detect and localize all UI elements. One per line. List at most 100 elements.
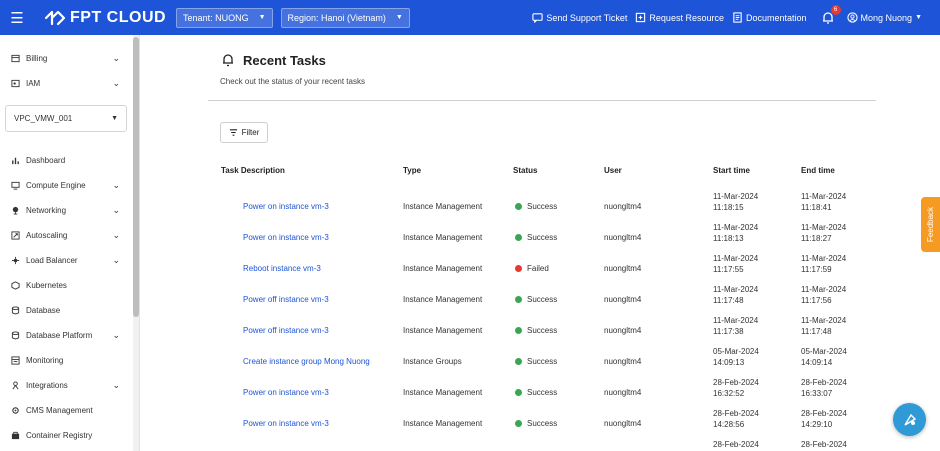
fpt-logo-icon (44, 10, 66, 25)
task-user: nuongltm4 (604, 295, 642, 304)
sidebar-item-label: Database (26, 305, 61, 315)
vpc-selected-value: VPC_VMW_001 (14, 114, 73, 123)
task-start-time: 11-Mar-2024 11:18:13 (713, 222, 758, 244)
monitor-icon (10, 180, 20, 190)
status-badge: Success (515, 419, 557, 428)
status-text: Success (527, 326, 558, 335)
status-dot-icon (515, 234, 522, 241)
sidebar-item-label: Load Balancer (26, 255, 78, 265)
feedback-tab[interactable]: Feedback (921, 197, 940, 252)
sidebar-item-database-platform[interactable]: Database Platform ⌄ (0, 325, 132, 345)
menu-icon[interactable]: ☰ (0, 0, 34, 35)
scrollbar-thumb[interactable] (133, 37, 139, 317)
divider (208, 100, 876, 101)
sidebar-item-autoscaling[interactable]: Autoscaling ⌄ (0, 225, 132, 245)
notifications-button[interactable]: 6 (821, 4, 841, 25)
sidebar-item-load-balancer[interactable]: Load Balancer ⌄ (0, 250, 132, 270)
sidebar-item-monitoring[interactable]: Monitoring (0, 350, 132, 370)
database-icon (10, 305, 20, 315)
task-user: nuongltm4 (604, 357, 642, 366)
sidebar-item-kubernetes[interactable]: Kubernetes (0, 275, 132, 295)
sidebar-item-iam[interactable]: IAM ⌄ (0, 73, 132, 93)
task-description-link[interactable]: Power off instance vm-3 (243, 295, 329, 304)
tenant-select[interactable]: Tenant: NUONG ▼ (176, 7, 273, 28)
task-type: Instance Management (403, 326, 483, 335)
chevron-down-icon: ▼ (111, 115, 118, 122)
region-select[interactable]: Region: Hanoi (Vietnam) ▼ (280, 7, 410, 28)
start-date: 11-Mar-2024 (713, 223, 759, 232)
task-start-time: 28-Feb-2024 14:28:56 (713, 408, 759, 430)
send-support-label: Send Support Ticket (546, 12, 628, 23)
sidebar-item-label: Compute Engine (26, 180, 86, 190)
logo[interactable]: FPT CLOUD (44, 9, 166, 27)
documentation-label: Documentation (745, 12, 807, 23)
region-label: Region: Hanoi (Vietnam) (287, 12, 386, 23)
sidebar-item-integrations[interactable]: Integrations ⌄ (0, 375, 132, 395)
autoscaling-icon (10, 230, 20, 240)
integrations-icon (10, 380, 20, 390)
end-clock-time: 14:09:14 (801, 358, 833, 367)
task-start-time: 11-Mar-2024 11:17:48 (713, 284, 758, 306)
task-description-link[interactable]: Power on instance vm-3 (243, 202, 329, 211)
task-description-link[interactable]: Create instance group Mong Nuong (243, 357, 370, 366)
user-name: Mong Nuong (860, 12, 913, 23)
status-badge: Success (515, 357, 557, 366)
sidebar-item-billing[interactable]: Billing ⌄ (0, 48, 132, 68)
main-content: Recent Tasks Check out the status of you… (140, 35, 940, 451)
sidebar-item-database[interactable]: Database (0, 300, 132, 320)
task-user: nuongltm4 (604, 326, 642, 335)
end-date: 28-Feb-2024 (801, 440, 847, 449)
start-date: 05-Mar-2024 (713, 347, 759, 356)
status-badge: Success (515, 295, 557, 304)
start-date: 11-Mar-2024 (713, 192, 759, 201)
status-dot-icon (515, 203, 522, 210)
page-subtitle: Check out the status of your recent task… (220, 77, 365, 86)
bell-icon (223, 54, 233, 67)
start-date: 28-Feb-2024 (713, 440, 759, 449)
documentation-link[interactable]: Documentation (732, 12, 807, 23)
sidebar-scrollbar[interactable] (133, 35, 139, 451)
assistant-chat-button[interactable] (893, 403, 926, 436)
end-clock-time: 11:18:27 (801, 234, 832, 243)
task-type: Instance Management (403, 202, 483, 211)
request-resource-link[interactable]: Request Resource (635, 12, 724, 23)
vpc-select[interactable]: VPC_VMW_001 ▼ (5, 105, 127, 132)
task-description-link[interactable]: Reboot instance vm-3 (243, 264, 321, 273)
status-badge: Success (515, 202, 557, 211)
sidebar-item-compute-engine[interactable]: Compute Engine ⌄ (0, 175, 132, 195)
billing-icon (10, 53, 20, 63)
end-date: 28-Feb-2024 (801, 378, 847, 387)
task-start-time: 11-Mar-2024 11:17:38 (713, 315, 758, 337)
send-support-ticket-link[interactable]: Send Support Ticket (532, 12, 627, 23)
task-start-time: 11-Mar-2024 11:18:15 (713, 191, 758, 213)
start-date: 11-Mar-2024 (713, 285, 759, 294)
task-description-link[interactable]: Power on instance vm-3 (243, 233, 329, 242)
database-icon (10, 330, 20, 340)
task-start-time: 28-Feb-2024 (713, 439, 759, 450)
task-type: Instance Management (403, 233, 483, 242)
start-clock-time: 14:09:13 (713, 358, 745, 367)
chevron-down-icon: ▼ (395, 14, 403, 21)
filter-button[interactable]: Filter (220, 122, 268, 143)
task-description-link[interactable]: Power on instance vm-3 (243, 388, 329, 397)
task-user: nuongltm4 (604, 233, 642, 242)
sidebar-item-container-registry[interactable]: Container Registry (0, 425, 132, 445)
sidebar-item-networking[interactable]: Networking ⌄ (0, 200, 132, 220)
chevron-down-icon: ⌄ (112, 329, 120, 340)
status-dot-icon (515, 265, 522, 272)
chevron-down-icon: ⌄ (112, 179, 120, 190)
column-header-task-description: Task Description (221, 166, 285, 175)
user-menu[interactable]: Mong Nuong ▼ (846, 12, 922, 23)
task-user: nuongltm4 (604, 388, 642, 397)
start-clock-time: 11:17:38 (713, 327, 744, 336)
sidebar: Billing ⌄ IAM ⌄ VPC_VMW_001 ▼ Dashboard … (0, 35, 140, 451)
sidebar-item-dashboard[interactable]: Dashboard (0, 150, 132, 170)
end-clock-time: 11:17:56 (801, 296, 832, 305)
sidebar-item-cms-management[interactable]: CMS Management (0, 400, 132, 420)
end-date: 28-Feb-2024 (801, 409, 847, 418)
sidebar-item-label: Container Registry (26, 430, 93, 440)
task-description-link[interactable]: Power on instance vm-3 (243, 419, 329, 428)
page-title: Recent Tasks (243, 52, 326, 68)
column-header-status: Status (513, 166, 538, 175)
task-description-link[interactable]: Power off instance vm-3 (243, 326, 329, 335)
